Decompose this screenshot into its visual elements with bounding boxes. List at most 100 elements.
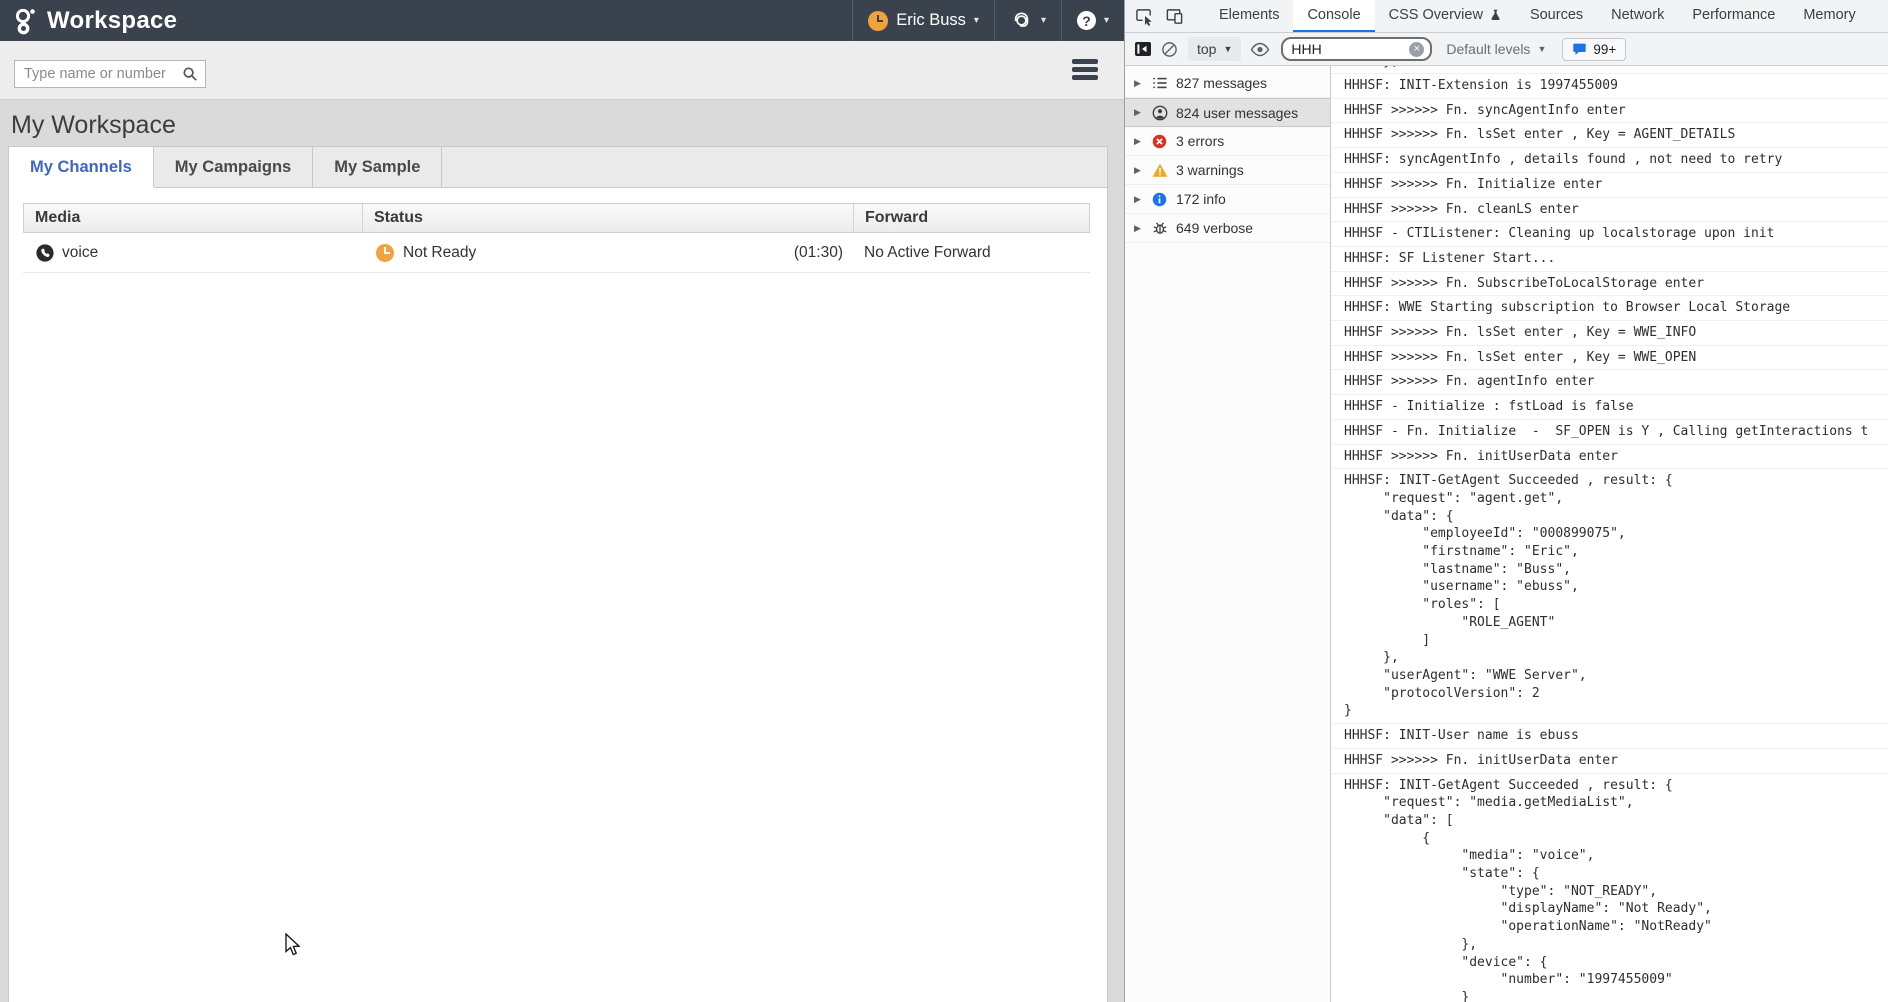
user-icon [1152,105,1169,121]
devtools-tab-sources[interactable]: Sources [1516,0,1597,32]
console-sidebar: ▶827 messages▶824 user messages▶3 errors… [1125,66,1331,1002]
help-menu[interactable]: ? ▾ [1062,0,1124,41]
disclosure-triangle-icon[interactable]: ▶ [1134,223,1145,234]
sidebar-item-verbose[interactable]: ▶649 verbose [1125,214,1330,243]
clear-filter-icon[interactable]: × [1409,42,1424,57]
console-message: HHHSF - Initialize : fstLoad is false [1331,395,1888,420]
sidebar-item-user[interactable]: ▶824 user messages [1125,98,1330,127]
chevron-down-icon: ▼ [1537,44,1546,54]
console-filter-box: × [1281,37,1432,61]
console-message: HHHSF: SF Listener Start... [1331,247,1888,272]
warning-icon [1152,163,1169,178]
table-header-row: Media Status Forward [23,203,1090,233]
search-input[interactable] [15,66,182,82]
console-message: HHHSF: WWE Starting subscription to Brow… [1331,296,1888,321]
media-cell: voice [62,244,98,262]
console-message: HHHSF - Fn. Initialize - SF_OPEN is Y , … [1331,420,1888,445]
sidebar-item-label: 3 warnings [1176,162,1244,178]
workspace-tab-panel: My ChannelsMy CampaignsMy Sample Media S… [8,146,1108,1002]
console-message: HHHSF >>>>>> Fn. Initialize enter [1331,173,1888,198]
console-message: HHHSF >>>>>> Fn. lsSet enter , Key = AGE… [1331,123,1888,148]
app-title: Workspace [47,7,177,35]
console-filter-input[interactable] [1289,40,1409,58]
console-message: HHHSF >>>>>> Fn. cleanLS enter [1331,198,1888,223]
tab-label: Performance [1692,7,1775,23]
user-name: Eric Buss [896,11,966,30]
devtools-tab-performance[interactable]: Performance [1678,0,1789,32]
devtools-tab-memory[interactable]: Memory [1789,0,1869,32]
device-toolbar-icon[interactable] [1159,0,1189,32]
disclosure-triangle-icon[interactable]: ▶ [1134,78,1145,89]
live-expression-eye-icon[interactable] [1247,36,1273,62]
table-row[interactable]: voice Not Ready (01:30) No Active Forwar… [23,233,1090,273]
disclosure-triangle-icon[interactable]: ▶ [1134,165,1145,176]
workspace-app: Workspace Eric Buss ▾ [0,0,1124,1002]
app-main: My Workspace My ChannelsMy CampaignsMy S… [0,100,1124,1002]
console-sidebar-toggle-icon[interactable] [1130,36,1156,62]
list-icon [1152,75,1169,91]
help-icon: ? [1077,11,1096,30]
column-header-media[interactable]: Media [24,204,363,232]
headset-icon [1010,11,1033,31]
sidebar-item-warning[interactable]: ▶ 3 warnings [1125,156,1330,185]
sidebar-item-label: 3 errors [1176,133,1224,149]
main-menu-button[interactable] [1072,56,1098,83]
console-body: ▶827 messages▶824 user messages▶3 errors… [1125,66,1888,1002]
console-message: HHHSF - CTIListener: Cleaning up localst… [1331,222,1888,247]
chevron-down-icon: ▾ [974,15,979,26]
my-channels-panel: Media Status Forward [8,188,1108,1002]
sidebar-item-label: 827 messages [1176,75,1267,91]
disclosure-triangle-icon[interactable]: ▶ [1134,107,1145,118]
disclosure-triangle-icon[interactable]: ▶ [1134,194,1145,205]
inspect-element-icon[interactable] [1129,0,1159,32]
channels-table: Media Status Forward [23,203,1090,273]
search-icon[interactable] [182,66,198,82]
tab-my-campaigns[interactable]: My Campaigns [154,147,313,188]
app-header: Workspace Eric Buss ▾ [0,0,1124,41]
status-duration: (01:30) [794,244,843,262]
voice-phone-icon [36,244,54,262]
console-message: HHHSF >>>>>> Fn. SubscribeToLocalStorage… [1331,272,1888,297]
verbose-icon [1152,220,1169,236]
app-toolbar [0,41,1124,100]
console-message: HHHSF: syncAgentInfo , details found , n… [1331,148,1888,173]
devtools-tab-console[interactable]: Console [1293,0,1374,32]
console-message: HHHSF >>>>>> Fn. lsSet enter , Key = WWE… [1331,321,1888,346]
console-message: HHHSF: INIT-GetAgent Succeeded , result:… [1331,469,1888,724]
sidebar-item-error[interactable]: ▶ 3 errors [1125,127,1330,156]
console-message: HHHSF >>>>>> Fn. agentInfo enter [1331,370,1888,395]
screen: Workspace Eric Buss ▾ [0,0,1888,1002]
column-header-status[interactable]: Status [363,204,854,232]
issues-counter[interactable]: 99+ [1562,38,1626,61]
console-message: HHHSF: INIT-GetAgent Succeeded , result:… [1331,774,1888,1002]
devtools-tab-css-overview[interactable]: CSS Overview [1375,0,1516,32]
user-status-menu[interactable]: Eric Buss ▾ [853,0,994,41]
tab-my-sample[interactable]: My Sample [313,147,442,188]
context-label: top [1197,41,1216,57]
context-selector[interactable]: top ▼ [1188,37,1241,61]
status-cell: Not Ready [403,244,476,262]
log-levels-dropdown[interactable]: Default levels ▼ [1440,41,1552,57]
devtools-tabbar: ElementsConsoleCSS OverviewSourcesNetwor… [1125,0,1888,33]
log-levels-label: Default levels [1446,41,1530,57]
tab-my-channels[interactable]: My Channels [9,147,154,188]
devtools-tab-network[interactable]: Network [1597,0,1678,32]
column-header-forward[interactable]: Forward [854,204,1089,232]
error-icon [1152,134,1169,149]
mouse-cursor [285,933,302,962]
console-message: }, [1331,66,1888,74]
not-ready-clock-icon [868,11,888,31]
chevron-down-icon: ▾ [1041,15,1046,26]
console-message: HHHSF >>>>>> Fn. lsSet enter , Key = WWE… [1331,346,1888,371]
not-ready-clock-icon [376,244,394,262]
page-title: My Workspace [0,100,1124,140]
clear-console-icon[interactable] [1156,36,1182,62]
console-message: HHHSF >>>>>> Fn. syncAgentInfo enter [1331,99,1888,124]
issues-count: 99+ [1593,42,1616,57]
devtools-tab-elements[interactable]: Elements [1205,0,1293,32]
agent-device-menu[interactable]: ▾ [995,0,1061,41]
disclosure-triangle-icon[interactable]: ▶ [1134,136,1145,147]
sidebar-item-info[interactable]: ▶172 info [1125,185,1330,214]
info-icon [1152,192,1169,207]
sidebar-item-list[interactable]: ▶ 827 messages [1125,69,1330,98]
